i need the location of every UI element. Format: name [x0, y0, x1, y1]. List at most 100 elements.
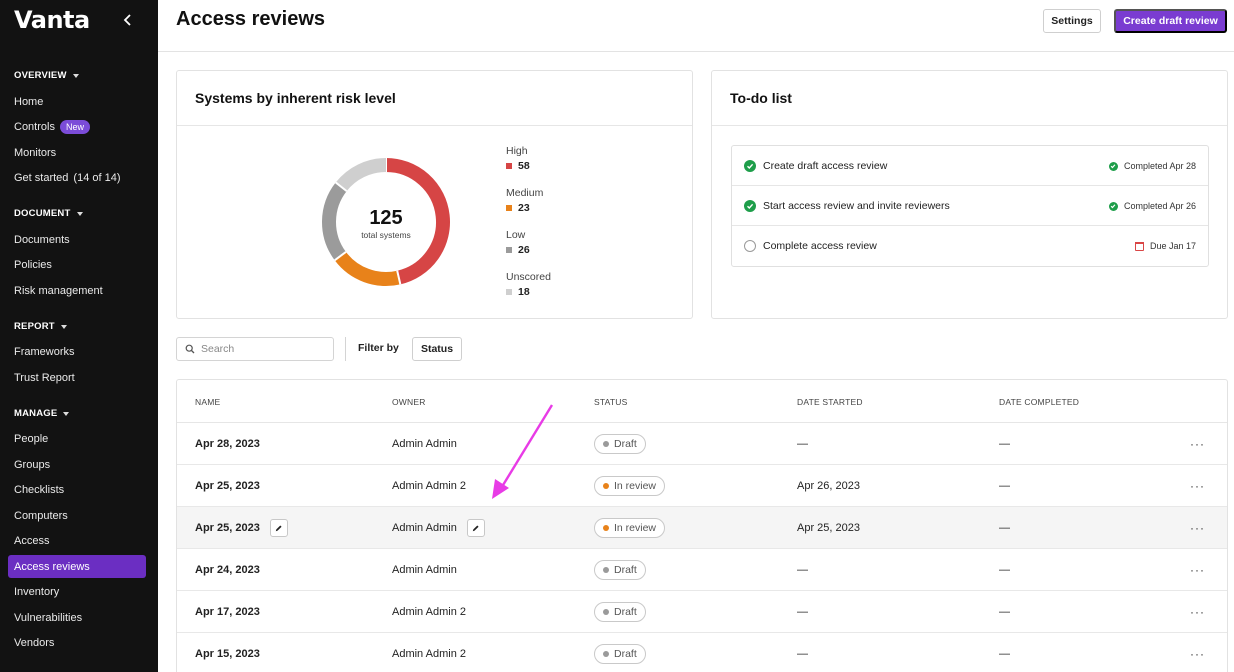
sidebar-item-get-started[interactable]: Get started (14 of 14) — [8, 166, 146, 189]
column-header-name[interactable]: NAME — [195, 397, 220, 407]
sidebar-item-label: Get started — [14, 171, 69, 184]
collapse-sidebar-icon[interactable] — [120, 12, 136, 28]
status-dot-icon — [603, 567, 609, 573]
sidebar-item-computers[interactable]: Computers — [8, 504, 146, 527]
legend-value-row: 18 — [506, 286, 616, 298]
sidebar-item-risk-management[interactable]: Risk management — [8, 279, 146, 302]
review-name-cell[interactable]: Apr 25, 2023 — [195, 465, 260, 507]
vanta-logo[interactable]: Vanta — [14, 6, 90, 34]
filter-separator — [345, 337, 346, 361]
check-circle-icon — [744, 199, 756, 212]
table-row[interactable]: Apr 28, 2023 Admin Admin Draft — — ··· — [177, 423, 1227, 465]
legend-value: 26 — [518, 244, 530, 256]
owner-cell: Admin Admin 2 — [392, 465, 466, 507]
sidebar-item-label: Inventory — [14, 585, 60, 598]
sidebar-item-label: Monitors — [14, 146, 57, 159]
legend-item-high: High 58 — [506, 145, 616, 177]
table-row[interactable]: Apr 15, 2023 Admin Admin 2 Draft — — ··· — [177, 633, 1227, 672]
todo-item[interactable]: Start access review and invite reviewers… — [732, 186, 1208, 226]
search-box[interactable] — [176, 337, 334, 361]
status-dot-icon — [603, 651, 609, 657]
settings-button[interactable]: Settings — [1043, 9, 1101, 33]
sidebar-item-label: Home — [14, 95, 44, 108]
table-row[interactable]: Apr 24, 2023 Admin Admin Draft — — ··· — [177, 549, 1227, 591]
more-options-icon[interactable]: ··· — [1190, 549, 1205, 591]
search-input[interactable] — [201, 338, 329, 360]
review-name-cell[interactable]: Apr 24, 2023 — [195, 549, 260, 591]
review-name-cell[interactable]: Apr 28, 2023 — [195, 423, 260, 465]
section-document[interactable]: DOCUMENT — [14, 208, 83, 219]
total-systems-label: total systems — [361, 230, 411, 240]
todo-text: Complete access review — [763, 240, 877, 252]
sidebar-item-home[interactable]: Home — [8, 90, 146, 113]
sidebar-item-access-reviews[interactable]: Access reviews — [8, 555, 146, 578]
column-header-owner[interactable]: OWNER — [392, 397, 426, 407]
review-name-cell[interactable]: Apr 25, 2023 — [195, 507, 288, 549]
status-dot-icon — [603, 609, 609, 615]
sidebar-item-documents[interactable]: Documents — [8, 228, 146, 251]
section-overview[interactable]: OVERVIEW — [14, 70, 79, 81]
sidebar-item-checklists[interactable]: Checklists — [8, 478, 146, 501]
legend-item-low: Low 26 — [506, 229, 616, 261]
review-name-cell[interactable]: Apr 17, 2023 — [195, 591, 260, 633]
date-completed-cell: — — [999, 648, 1010, 660]
sidebar-item-groups[interactable]: Groups — [8, 453, 146, 476]
column-header-date-completed[interactable]: DATE COMPLETED — [999, 397, 1079, 407]
todo-list: Create draft access review Completed Apr… — [731, 145, 1209, 267]
page-title: Access reviews — [176, 8, 326, 30]
status-filter-button[interactable]: Status — [412, 337, 462, 361]
owner-name: Admin Admin 2 — [392, 648, 466, 660]
todo-item[interactable]: Complete access review Due Jan 17 — [732, 226, 1208, 266]
create-draft-review-button[interactable]: Create draft review — [1114, 9, 1227, 33]
date-completed-cell: — — [999, 480, 1010, 492]
legend-item-medium: Medium 23 — [506, 187, 616, 219]
more-options-icon[interactable]: ··· — [1190, 633, 1205, 672]
legend-label: Low — [506, 229, 526, 241]
sidebar-item-vulnerabilities[interactable]: Vulnerabilities — [8, 606, 146, 629]
legend-label: High — [506, 145, 528, 157]
status-badge: Draft — [594, 644, 646, 664]
table-row[interactable]: Apr 17, 2023 Admin Admin 2 Draft — — ··· — [177, 591, 1227, 633]
status-badge: In review — [594, 476, 666, 496]
todo-text: Start access review and invite reviewers — [763, 199, 950, 212]
todo-item[interactable]: Create draft access review Completed Apr… — [732, 146, 1208, 186]
review-name-cell[interactable]: Apr 15, 2023 — [195, 633, 260, 672]
todo-card: To-do list Create draft access review Co… — [711, 70, 1228, 319]
column-header-date-started[interactable]: DATE STARTED — [797, 397, 863, 407]
sidebar-item-policies[interactable]: Policies — [8, 253, 146, 276]
todo-status: Completed Apr 26 — [1108, 186, 1196, 226]
table-row[interactable]: Apr 25, 2023 Admin Admin 2 In review Apr 26… — [177, 465, 1227, 507]
status-cell: Draft — [594, 633, 646, 672]
date-started-cell: — — [797, 438, 808, 450]
owner-name: Admin Admin — [392, 564, 457, 576]
more-options-icon[interactable]: ··· — [1190, 465, 1205, 507]
sidebar-item-frameworks[interactable]: Frameworks — [8, 340, 146, 363]
page-header: Access reviews Settings Create draft rev… — [158, 0, 1234, 52]
date-started-cell: — — [797, 564, 808, 576]
column-header-status[interactable]: STATUS — [594, 397, 627, 407]
sidebar-item-controls[interactable]: Controls New — [8, 115, 146, 138]
legend-item-unscored: Unscored 18 — [506, 271, 616, 303]
owner-name: Admin Admin — [392, 522, 457, 534]
status-badge: Draft — [594, 560, 646, 580]
sidebar-item-vendors[interactable]: Vendors — [8, 631, 146, 654]
sidebar-item-people[interactable]: People — [8, 427, 146, 450]
sidebar-item-inventory[interactable]: Inventory — [8, 580, 146, 603]
sidebar-item-monitors[interactable]: Monitors — [8, 141, 146, 164]
sidebar-item-access[interactable]: Access — [8, 529, 146, 552]
more-options-icon[interactable]: ··· — [1190, 423, 1205, 465]
sidebar-item-label: Groups — [14, 458, 51, 471]
pencil-icon[interactable] — [466, 519, 485, 537]
date-completed-cell: — — [999, 606, 1010, 618]
section-manage[interactable]: MANAGE — [14, 408, 70, 419]
sidebar-item-trust-report[interactable]: Trust Report — [8, 366, 146, 389]
more-options-icon[interactable]: ··· — [1190, 591, 1205, 633]
table-row[interactable]: Apr 25, 2023 Admin Admin In review Apr 25, … — [177, 507, 1227, 549]
todo-status-text: Completed Apr 28 — [1123, 161, 1196, 171]
section-overview-title: OVERVIEW — [14, 70, 67, 81]
more-options-icon[interactable]: ··· — [1190, 507, 1205, 549]
sidebar-item-label: Frameworks — [14, 345, 75, 358]
legend-swatch — [506, 205, 512, 211]
pencil-icon[interactable] — [269, 519, 288, 537]
section-report[interactable]: REPORT — [14, 321, 67, 332]
